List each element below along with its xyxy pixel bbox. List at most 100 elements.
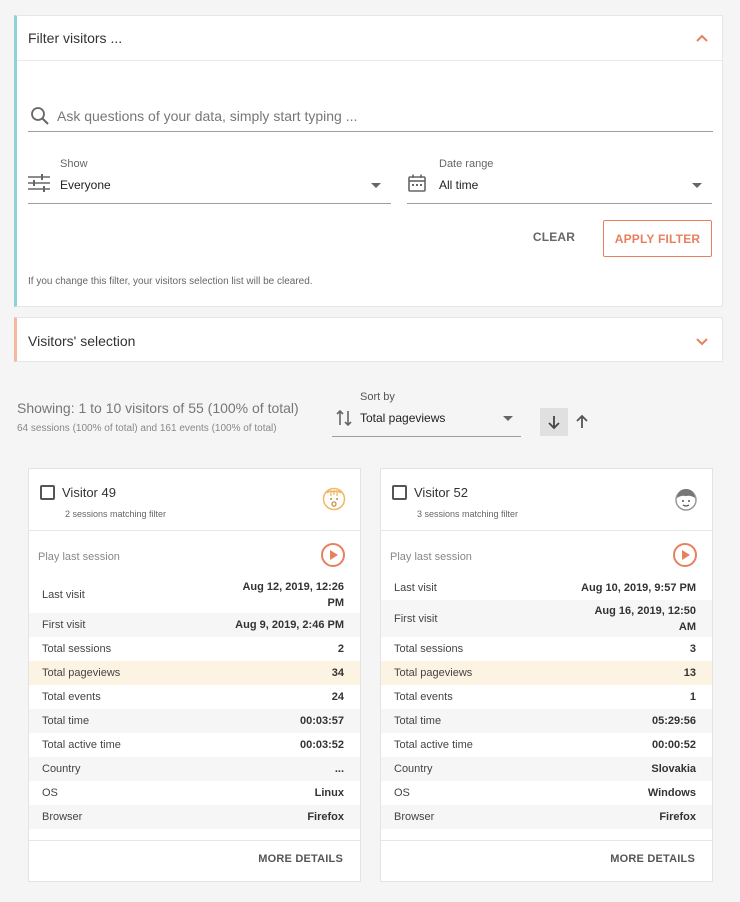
- stat-row: Total sessions 2: [29, 637, 360, 661]
- stat-value: Aug 16, 2019, 12:50 AM: [594, 604, 696, 633]
- stat-value: Windows: [647, 787, 696, 799]
- stat-value: ...: [334, 763, 344, 775]
- stat-value: Firefox: [307, 811, 344, 823]
- show-select[interactable]: Show Everyone: [28, 156, 391, 204]
- stat-label: First visit: [394, 612, 438, 625]
- stat-value: 1: [689, 691, 696, 703]
- visitor-card-footer: MORE DETAILS: [381, 840, 712, 881]
- sliders-icon: [28, 174, 50, 192]
- more-details-button[interactable]: MORE DETAILS: [258, 853, 343, 865]
- stat-value: 05:29:56: [651, 715, 696, 727]
- chevron-down-icon[interactable]: [694, 333, 710, 349]
- stat-label: Country: [42, 763, 81, 775]
- visitor-name[interactable]: Visitor 52: [414, 485, 468, 500]
- surprised-face-icon: [322, 487, 346, 511]
- more-details-button[interactable]: MORE DETAILS: [610, 853, 695, 865]
- stat-value: 2: [337, 643, 344, 655]
- apply-filter-button[interactable]: APPLY FILTER: [603, 220, 712, 257]
- arrow-down-icon: [548, 416, 560, 430]
- stat-label: Total pageviews: [42, 667, 121, 679]
- stat-row: Total events 1: [381, 685, 712, 709]
- stat-row-highlighted: Total pageviews 34: [29, 661, 360, 685]
- stat-row: Total active time 00:00:52: [381, 733, 712, 757]
- arrow-up-icon: [576, 414, 588, 428]
- dropdown-arrow-icon: [503, 416, 513, 421]
- stat-row: Total active time 00:03:52: [29, 733, 360, 757]
- sort-descending-button[interactable]: [540, 408, 568, 436]
- stat-label: Total events: [394, 691, 453, 703]
- stat-value: Slovakia: [651, 763, 696, 775]
- stat-label: Browser: [42, 811, 83, 823]
- stat-label: Last visit: [42, 588, 85, 601]
- filter-panel-header[interactable]: Filter visitors ...: [17, 16, 722, 61]
- visitors-selection-title: Visitors' selection: [28, 332, 136, 349]
- play-icon: [673, 543, 697, 567]
- play-session-button[interactable]: [672, 542, 698, 568]
- play-session-button[interactable]: [320, 542, 346, 568]
- sort-by-select[interactable]: Sort by Total pageviews: [332, 389, 521, 437]
- stat-label: Country: [394, 763, 433, 775]
- stat-row: Country Slovakia: [381, 757, 712, 781]
- play-last-session-label: Play last session: [390, 551, 472, 563]
- chevron-up-icon[interactable]: [694, 30, 710, 46]
- calendar-icon: [408, 174, 426, 192]
- search-field[interactable]: [28, 100, 713, 132]
- date-range-label: Date range: [439, 158, 494, 170]
- visitor-sessions-matching: 3 sessions matching filter: [417, 509, 519, 519]
- stat-label: Total active time: [42, 739, 121, 751]
- date-range-select[interactable]: Date range All time: [407, 156, 712, 204]
- visitor-name[interactable]: Visitor 49: [62, 485, 116, 500]
- stat-value: 00:00:52: [651, 739, 696, 751]
- stat-value: 13: [683, 667, 696, 679]
- sort-ascending-button[interactable]: [570, 408, 594, 436]
- search-icon: [31, 106, 49, 125]
- dropdown-arrow-icon: [692, 183, 702, 188]
- stat-label: First visit: [42, 619, 86, 631]
- stat-label: Total time: [394, 715, 442, 727]
- clear-button[interactable]: CLEAR: [525, 222, 583, 252]
- stat-row: Browser Firefox: [381, 805, 712, 829]
- stat-value: 00:03:57: [299, 715, 344, 727]
- visitor-checkbox[interactable]: [392, 485, 407, 500]
- stat-row: OS Linux: [29, 781, 360, 805]
- boy-face-icon: [675, 489, 697, 511]
- stat-value: 24: [331, 691, 344, 703]
- filter-note: If you change this filter, your visitors…: [28, 276, 313, 287]
- play-last-session-label: Play last session: [38, 551, 120, 563]
- showing-summary: Showing: 1 to 10 visitors of 55 (100% of…: [17, 400, 299, 416]
- stat-label: Browser: [394, 811, 435, 823]
- stat-row: Total sessions 3: [381, 637, 712, 661]
- stat-row: Browser Firefox: [29, 805, 360, 829]
- show-label: Show: [60, 158, 88, 170]
- search-input[interactable]: [57, 107, 697, 124]
- filter-panel-title: Filter visitors ...: [28, 30, 123, 46]
- visitor-card-footer: MORE DETAILS: [29, 840, 360, 881]
- stat-row: Country...: [29, 757, 360, 781]
- stat-label: Total events: [42, 691, 101, 703]
- play-last-session-row: Play last session: [29, 541, 360, 571]
- visitor-card-header: Visitor 49 2 sessions matching filter: [29, 469, 360, 531]
- stat-label: Total sessions: [394, 643, 464, 655]
- stat-value: Aug 10, 2019, 9:57 PM: [581, 582, 696, 594]
- stat-label: Last visit: [394, 582, 437, 594]
- sort-by-value: Total pageviews: [360, 411, 446, 425]
- showing-subsummary: 64 sessions (100% of total) and 161 even…: [17, 423, 277, 434]
- visitors-selection-header[interactable]: Visitors' selection: [17, 318, 722, 363]
- stat-row: OS Windows: [381, 781, 712, 805]
- visitor-card-header: Visitor 52 3 sessions matching filter: [381, 469, 712, 531]
- visitor-stats: Last visit Aug 10, 2019, 9:57 PM First vi…: [381, 576, 712, 829]
- stat-value: Aug 9, 2019, 2:46 PM: [235, 619, 344, 631]
- date-range-value: All time: [439, 178, 479, 192]
- play-last-session-row: Play last session: [381, 541, 712, 571]
- stat-value: Aug 12, 2019, 12:26 PM: [242, 580, 344, 609]
- show-value: Everyone: [60, 178, 111, 192]
- visitor-checkbox[interactable]: [40, 485, 55, 500]
- stat-label: OS: [394, 787, 410, 799]
- stat-row: Last visit Aug 10, 2019, 9:57 PM: [381, 576, 712, 600]
- stat-label: Total time: [42, 715, 90, 727]
- stat-row: Total time 00:03:57: [29, 709, 360, 733]
- stat-value: Linux: [314, 787, 344, 799]
- sort-by-label: Sort by: [360, 391, 395, 403]
- stat-row: Total events 24: [29, 685, 360, 709]
- stat-value: 3: [689, 643, 696, 655]
